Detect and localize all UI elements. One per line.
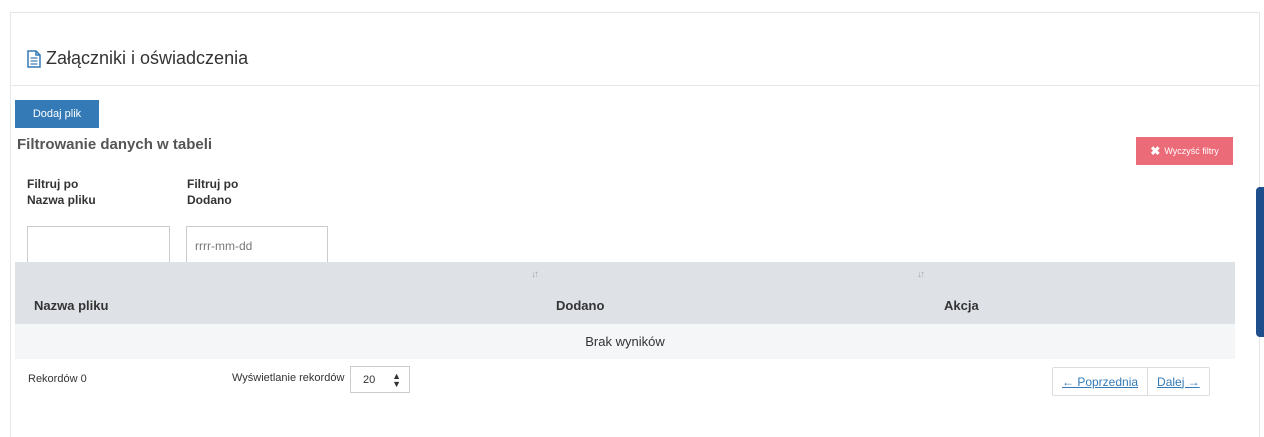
clear-filters-label: Wyczyść filtry	[1164, 146, 1219, 156]
next-page-link[interactable]: Dalej →	[1147, 368, 1209, 395]
table-empty-row: Brak wyników	[15, 324, 1235, 359]
filter-heading: Filtrowanie danych w tabeli	[17, 136, 213, 153]
close-icon: ✖	[1150, 144, 1161, 158]
filter-filename-input[interactable]	[27, 226, 170, 266]
panel-title-text: Załączniki i oświadczenia	[46, 48, 249, 68]
prev-page-link[interactable]: ← Poprzednia	[1053, 368, 1147, 395]
select-caret-icon: ▲ ▼	[392, 371, 401, 389]
pagination: ← Poprzednia Dalej →	[1052, 367, 1210, 396]
panel-header: Załączniki i oświadczenia	[11, 13, 1259, 86]
filter-label-added: Filtruj po Dodano	[187, 176, 307, 208]
per-page-select[interactable]: 20 ▲ ▼	[350, 366, 410, 393]
column-header-added[interactable]: Dodano	[556, 298, 604, 313]
filter-label-line2: Dodano	[187, 193, 232, 207]
panel-title: Załączniki i oświadczenia	[26, 48, 248, 69]
filter-label-line2: Nazwa pliku	[27, 193, 96, 207]
table-header: Nazwa pliku ↓↑ Dodano ↓↑ Akcja	[15, 262, 1235, 324]
filter-label-line1: Filtruj po	[187, 177, 239, 191]
clear-filters-button[interactable]: ✖ Wyczyść filtry	[1136, 137, 1233, 165]
sort-icon[interactable]: ↓↑	[917, 269, 925, 280]
per-page-value: 20	[363, 373, 376, 386]
empty-message: Brak wyników	[585, 334, 665, 349]
records-count: Rekordów 0	[28, 373, 87, 385]
sort-icon[interactable]: ↓↑	[531, 269, 539, 280]
per-page-label: Wyświetlanie rekordów	[232, 372, 345, 384]
filter-added-input[interactable]	[186, 226, 328, 266]
side-widget-tab[interactable]	[1256, 187, 1264, 337]
column-header-filename[interactable]: Nazwa pliku	[34, 298, 108, 313]
add-file-button[interactable]: Dodaj plik	[15, 100, 99, 128]
filter-label-line1: Filtruj po	[27, 177, 79, 191]
column-header-action: Akcja	[944, 298, 979, 313]
filter-label-filename: Filtruj po Nazwa pliku	[27, 176, 147, 208]
document-icon	[26, 49, 42, 68]
